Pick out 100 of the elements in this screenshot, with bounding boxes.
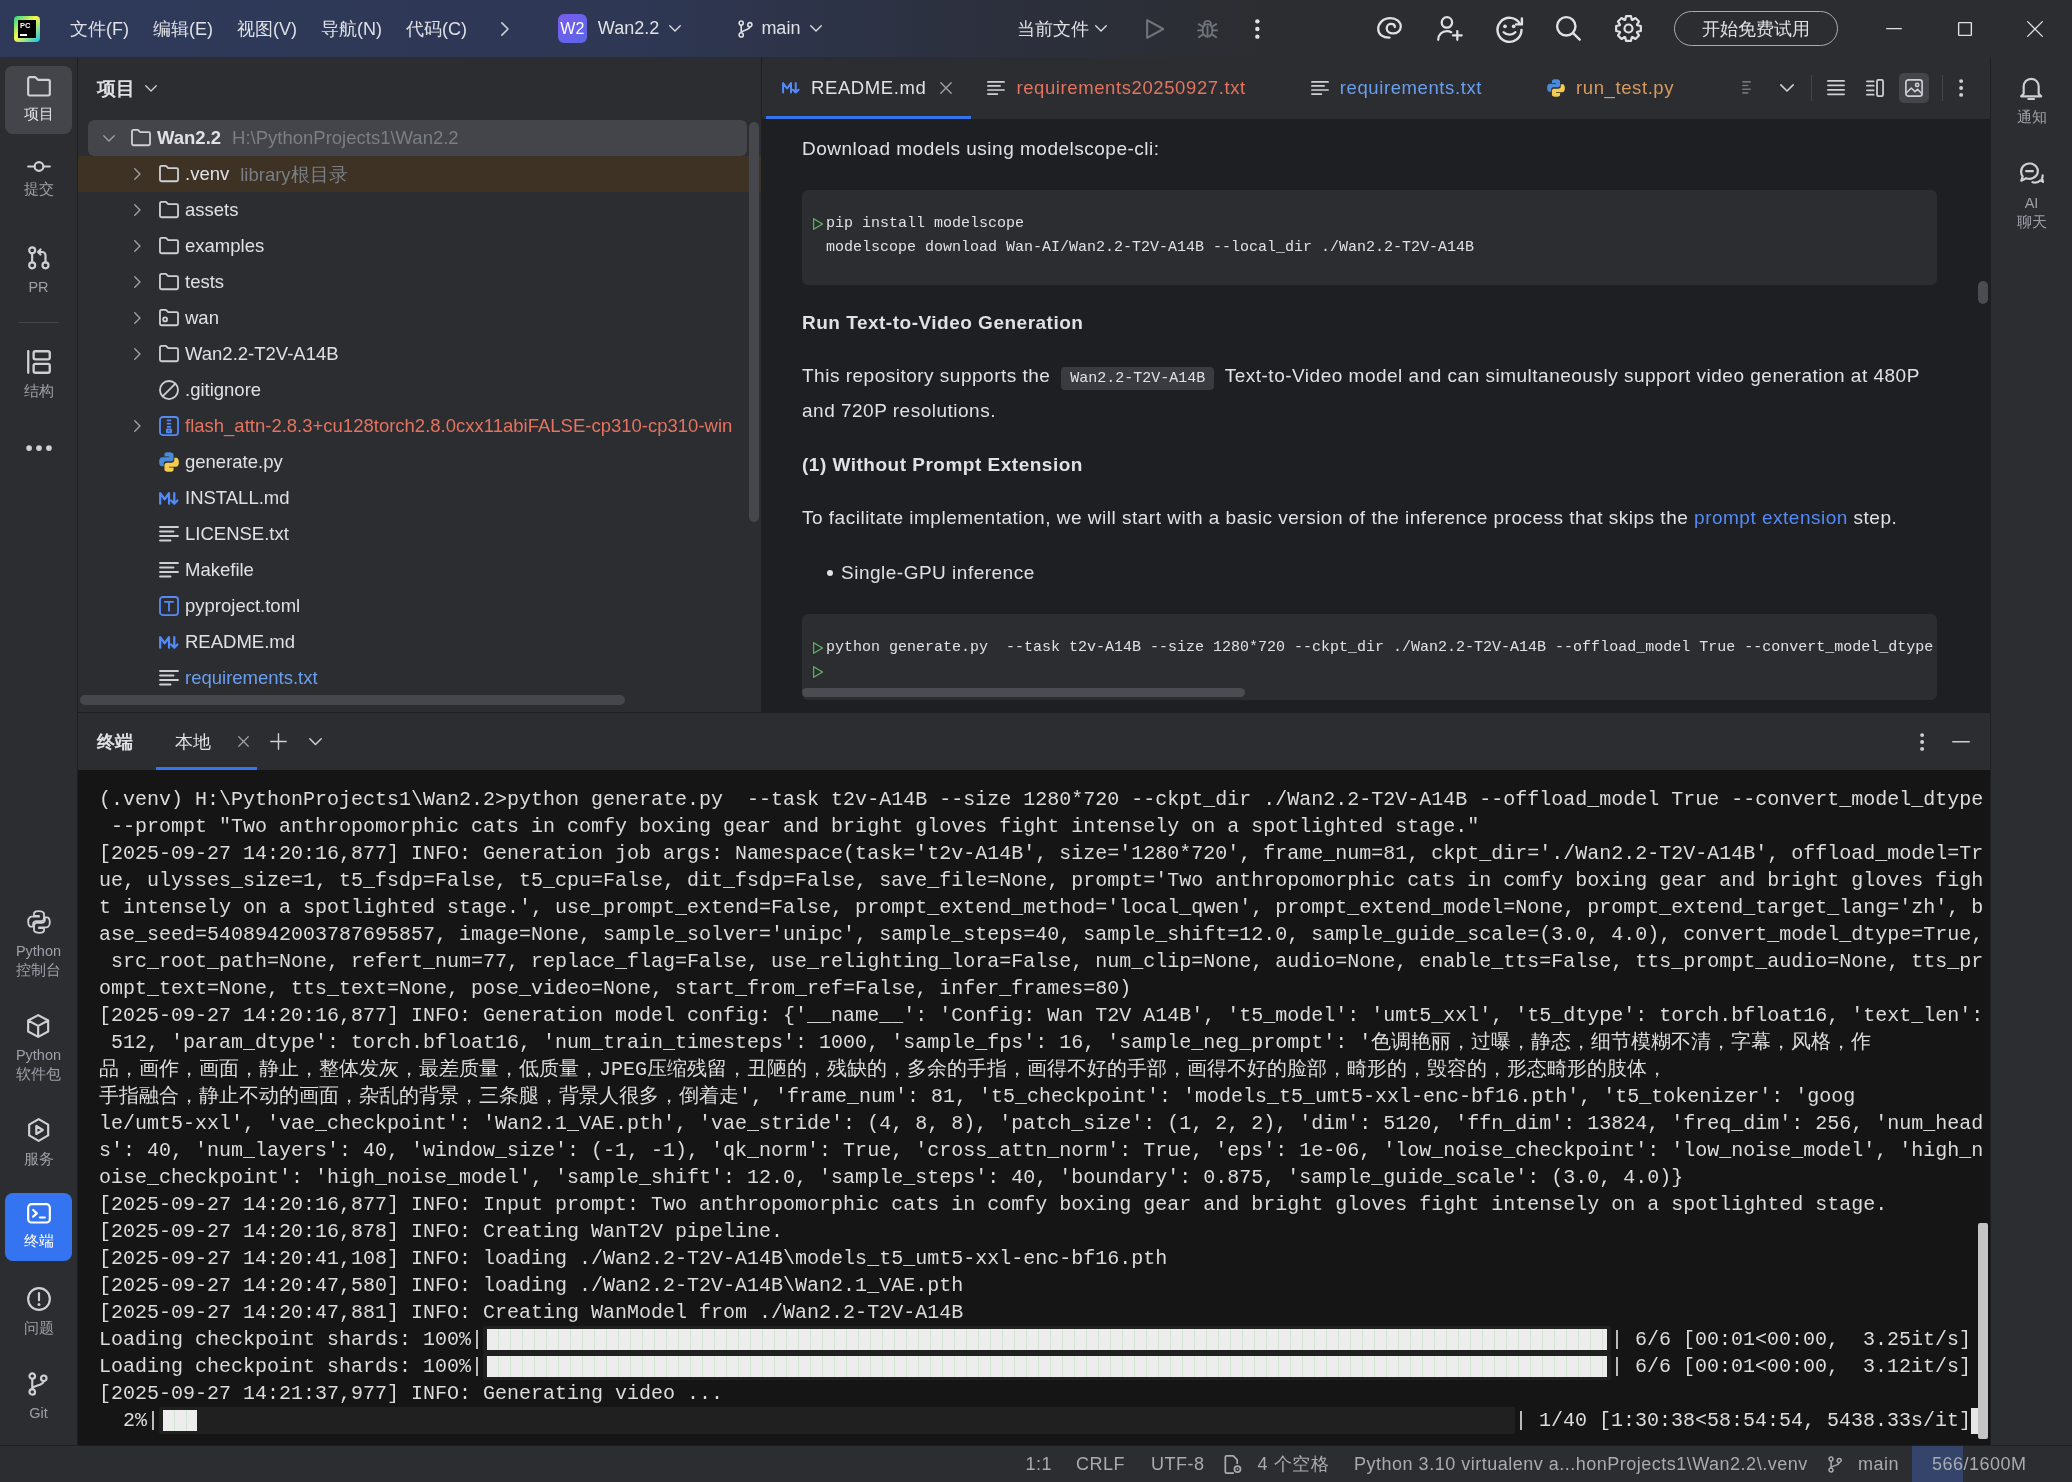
plus-icon[interactable] [270,733,287,750]
tool-window-button[interactable]: 终端 [5,1193,72,1261]
editor-tab[interactable]: requirements20250927.txt [971,57,1295,119]
swirl-icon[interactable] [1377,17,1402,40]
project-selector[interactable]: W2 Wan2.2 [549,10,690,47]
progress-stats: | 6/6 [00:01<00:00, 3.25it/s] [1610,1327,1971,1353]
more-icon[interactable] [1959,79,1964,97]
scrollbar-thumb [1978,281,1988,304]
tree-item[interactable]: Wan2.2 H:\PythonProjects1\Wan2.2 [88,120,747,156]
editor-tab[interactable]: README.md [766,57,972,119]
menu-item[interactable]: 代码(C) [394,10,479,47]
search-icon[interactable] [1556,16,1581,41]
file-encoding[interactable]: UTF-8 [1151,1446,1205,1482]
terminal-line: --prompt "Two anthropomorphic cats in comfy boxing gear and bright gloves fight intensely on a spotlighted stage." [110,814,1481,840]
tool-window-button[interactable]: PR [5,236,72,305]
tool-window-button[interactable]: Python 控制台 [5,900,72,988]
maximize-icon[interactable] [1958,21,1972,36]
commit-icon [26,161,51,172]
tree-item[interactable]: assets [78,192,761,228]
tree-item[interactable]: flash_attn-2.8.3+cu128torch2.8.0cxx11abiFALSE-cp310-cp310-win [78,408,761,444]
chevron-right-icon[interactable] [133,276,141,288]
menu-item[interactable]: 视图(V) [225,10,309,47]
link[interactable]: prompt extension [1694,507,1848,528]
branch-selector[interactable]: main [731,14,830,43]
panel-title: 终端 [97,730,133,754]
tree-item[interactable]: .gitignore [78,372,761,408]
chevron-down-icon[interactable] [309,737,322,746]
exclamation-icon [26,1287,51,1311]
line-separator[interactable]: CRLF [1075,1446,1125,1482]
chevron-down-icon[interactable] [1780,84,1795,92]
tool-window-button[interactable]: 结构 [5,340,72,409]
menu-item[interactable]: 文件(F) [58,10,141,47]
progress-stats: | 6/6 [00:01<00:00, 3.12it/s] [1610,1354,1971,1380]
tree-item[interactable]: examples [78,228,761,264]
run-icon[interactable] [813,642,824,654]
menu-item[interactable]: 编辑(E) [141,10,225,47]
code-line: python generate.py --task t2v-A14B --size 1280*720 --ckpt_dir ./Wan2.2-T2V-A14B --offload_model True --convert_model_dtype [826,638,1934,658]
folder-icon [159,201,179,219]
tree-item[interactable]: LICENSE.txt [78,516,761,552]
tool-window-button[interactable]: 项目 [5,66,72,134]
tool-window-button[interactable]: Python 软件包 [5,1004,72,1092]
editor-tab[interactable]: run_test.py [1531,57,1724,119]
close-icon[interactable] [238,736,249,747]
run-icon[interactable] [813,666,824,678]
chevron-right-icon[interactable] [133,420,141,432]
tree-item[interactable]: INSTALL.md [78,480,761,516]
chevron-right-icon[interactable] [501,21,509,36]
tool-window-button[interactable]: 提交 [5,151,72,219]
minimize-icon[interactable] [1886,27,1902,30]
branch-widget[interactable]: main [1827,1446,1899,1482]
chevron-right-icon[interactable] [133,348,141,360]
folder-icon [159,309,179,327]
terminal-line: [2025-09-27 14:21:37,977] INFO: Generating video ... [99,1381,725,1407]
paragraph: To facilitate implementation, we will start with a basic version of the inference process that skips the prompt extension step. [802,506,1899,530]
tool-window-button[interactable]: 服务 [5,1108,72,1177]
memory-indicator[interactable]: 566/1600M [1912,1446,2072,1482]
minimize-icon[interactable] [1952,740,1970,743]
chevron-right-icon[interactable] [133,312,141,324]
settings-icon[interactable] [1615,15,1642,42]
bullet-icon [827,570,833,576]
tool-window-button[interactable]: Git [5,1362,72,1431]
text-file-icon [159,526,179,542]
editor-tab[interactable]: requirements.txt [1294,57,1531,119]
folder-icon [26,76,51,97]
person-plus-icon[interactable] [1437,16,1462,41]
chevron-right-icon[interactable] [133,168,141,180]
tree-item[interactable]: requirements.txt [78,660,761,696]
more-icon[interactable] [1919,732,1924,751]
chevron-down-icon[interactable] [103,134,115,142]
chevron-right-icon[interactable] [133,240,141,252]
tree-item[interactable]: generate.py [78,444,761,480]
indent-setting[interactable]: 4 个空格 [1224,1446,1330,1482]
close-icon[interactable] [940,82,953,94]
tree-item[interactable]: .venv library根目录 [78,156,761,192]
progress-label: Loading checkpoint shards: 100%| [99,1327,484,1353]
tree-item[interactable]: Wan2.2-T2V-A14B [78,336,761,372]
tree-item[interactable]: pyproject.toml [78,588,761,624]
caret-position[interactable]: 1:1 [1025,1446,1052,1482]
tab-list-icon[interactable] [1742,81,1752,95]
tree-item[interactable]: tests [78,264,761,300]
terminal-tab[interactable]: 本地 [156,713,257,770]
more-icon[interactable] [25,444,52,452]
panel-title-dropdown[interactable]: 项目 [91,72,163,105]
tree-item[interactable]: Makefile [78,552,761,588]
tree-item[interactable]: README.md [78,624,761,660]
smiley-icon[interactable] [1496,15,1523,42]
menu-item[interactable]: 导航(N) [309,10,394,47]
tool-window-button[interactable]: AI 聊天 [1998,152,2065,240]
tool-window-button[interactable]: 通知 [1998,66,2065,135]
terminal-line: 手指融合，静止不动的画面，杂乱的背景，三条腿，背景人很多，倒着走', 'frame_num': 81, 't5_checkpoint': 'models_t5_umt5-xxl-enc-bf16.pth', 't5_tokenizer': 'goog [99,1084,1857,1110]
interpreter-selector[interactable]: Python 3.10 virtualenv a...honProjects1\Wan2.2\.venv [1354,1446,1808,1482]
toml-file-icon [159,596,179,616]
tool-window-button[interactable]: 问题 [5,1277,72,1346]
chevron-right-icon[interactable] [133,204,141,216]
run-configuration[interactable]: 当前文件 [1009,12,1116,45]
terminal-line: (.venv) H:\PythonProjects1\Wan2.2>python generate.py --task t2v-A14B --size 1280*720 --ckpt_dir ./Wan2.2-T2V-A14B --offload_model True --convert_model_dtype [99,787,1985,813]
tree-item[interactable]: wan [78,300,761,336]
run-icon[interactable] [813,218,824,230]
view-mode-button[interactable] [1899,73,1930,103]
more-icon[interactable] [1254,18,1260,39]
